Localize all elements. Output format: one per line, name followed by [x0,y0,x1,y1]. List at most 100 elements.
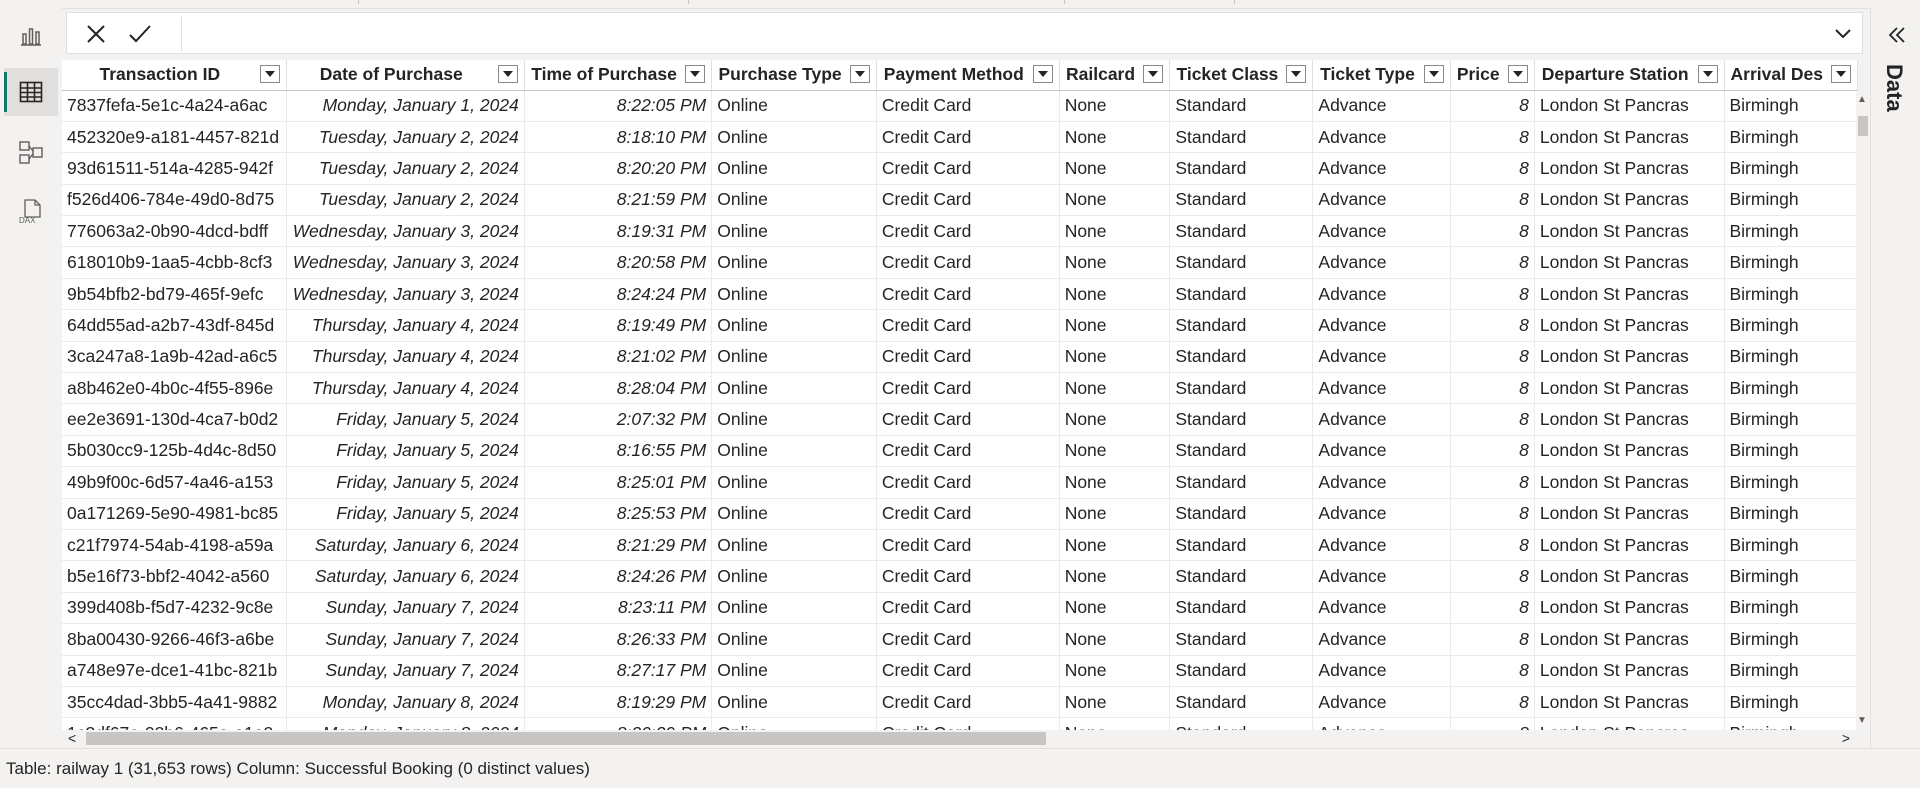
table-cell[interactable]: Standard [1169,90,1314,122]
table-row[interactable]: 399d408b-f5d7-4232-9c8e Sunday, January 7… [62,592,1858,625]
table-row[interactable]: f526d406-784e-49d0-8d75 Tuesday, January … [62,184,1858,217]
table-row[interactable]: c21f7974-54ab-4198-a59a Saturday, January… [62,529,1858,562]
table-cell[interactable]: Monday, January 1, 2024 [286,90,525,122]
table-cell[interactable]: Online [711,152,877,185]
column-filter-button[interactable] [259,65,280,83]
table-cell[interactable]: Advance [1312,341,1451,374]
table-cell[interactable]: 452320e9-a181-4457-821d [62,121,287,154]
table-cell[interactable]: Friday, January 5, 2024 [286,466,525,499]
expand-formula-button[interactable] [1830,21,1856,47]
scroll-up-icon[interactable]: ▲ [1857,94,1867,105]
column-header[interactable]: Railcard [1059,60,1171,91]
table-cell[interactable]: Online [711,498,877,530]
table-cell[interactable]: 8 [1450,184,1535,217]
table-cell[interactable]: Sunday, January 7, 2024 [286,655,525,687]
table-cell[interactable]: Credit Card [876,90,1060,122]
table-cell[interactable]: Standard [1169,278,1314,311]
table-row[interactable]: 452320e9-a181-4457-821d Tuesday, January … [62,121,1858,154]
table-cell[interactable]: Standard [1169,466,1314,499]
table-cell[interactable]: Standard [1169,184,1314,217]
table-cell[interactable]: Advance [1312,372,1451,405]
table-cell[interactable]: Advance [1312,498,1451,530]
column-header[interactable]: Arrival Des [1724,60,1858,91]
scroll-left-icon[interactable]: < [68,730,76,746]
table-cell[interactable]: Standard [1169,623,1314,656]
table-cell[interactable]: 8 [1450,246,1535,279]
table-cell[interactable]: London St Pancras [1534,592,1725,625]
cancel-formula-button[interactable] [81,19,111,49]
table-row[interactable]: a8b462e0-4b0c-4f55-896e Thursday, January… [62,372,1858,405]
table-cell[interactable]: 8 [1450,309,1535,342]
table-cell[interactable]: Standard [1169,717,1314,730]
table-cell[interactable]: Birmingh [1724,184,1858,217]
table-cell[interactable]: 8:21:02 PM [524,341,713,374]
table-cell[interactable]: 8 [1450,466,1535,499]
table-cell[interactable]: 8:25:53 PM [524,498,713,530]
table-row[interactable]: 1c3df67e-02b6-465a-a1e2Monday, January 8… [62,717,1858,730]
table-row[interactable]: 8ba00430-9266-46f3-a6be Sunday, January 7… [62,623,1858,656]
table-cell[interactable]: Advance [1312,717,1451,730]
table-cell[interactable]: Online [711,655,877,687]
table-cell[interactable]: Online [711,215,877,248]
table-cell[interactable]: London St Pancras [1534,686,1725,719]
table-cell[interactable]: Advance [1312,309,1451,342]
table-cell[interactable]: Standard [1169,309,1314,342]
table-cell[interactable]: None [1059,498,1171,530]
table-cell[interactable]: London St Pancras [1534,246,1725,279]
table-view-button[interactable] [4,68,58,116]
table-row[interactable]: 9b54bfb2-bd79-465f-9efc Wednesday, Januar… [62,278,1858,311]
table-cell[interactable]: Advance [1312,529,1451,562]
table-cell[interactable]: London St Pancras [1534,529,1725,562]
table-cell[interactable]: London St Pancras [1534,560,1725,593]
table-cell[interactable]: Standard [1169,435,1314,468]
table-cell[interactable]: Birmingh [1724,152,1858,185]
table-cell[interactable]: Birmingh [1724,655,1858,687]
table-cell[interactable]: 8:19:29 PM [524,686,713,719]
column-header[interactable]: Ticket Class [1169,60,1314,91]
table-cell[interactable]: Credit Card [876,435,1060,468]
table-cell[interactable]: Credit Card [876,121,1060,154]
table-cell[interactable]: None [1059,372,1171,405]
table-cell[interactable]: Credit Card [876,309,1060,342]
table-cell[interactable]: b5e16f73-bbf2-4042-a560 [62,560,287,593]
table-cell[interactable]: Standard [1169,215,1314,248]
table-cell[interactable]: Standard [1169,152,1314,185]
table-cell[interactable]: Advance [1312,215,1451,248]
table-row[interactable]: a748e97e-dce1-41bc-821b Sunday, January 7… [62,655,1858,687]
table-cell[interactable]: Sunday, January 7, 2024 [286,623,525,656]
table-cell[interactable]: Standard [1169,655,1314,687]
table-cell[interactable]: Online [711,592,877,625]
table-cell[interactable]: 399d408b-f5d7-4232-9c8e [62,592,287,625]
table-cell[interactable]: Online [711,90,877,122]
table-cell[interactable]: Advance [1312,655,1451,687]
table-cell[interactable]: 1c3df67e-02b6-465a-a1e2 [62,717,287,730]
vertical-scrollbar[interactable]: ▲ ▼ [1856,92,1870,728]
table-cell[interactable]: London St Pancras [1534,278,1725,311]
table-cell[interactable]: Online [711,309,877,342]
table-cell[interactable]: 8:20:58 PM [524,246,713,279]
table-cell[interactable]: Standard [1169,341,1314,374]
table-cell[interactable]: Credit Card [876,560,1060,593]
table-cell[interactable]: 8 [1450,278,1535,311]
table-cell[interactable]: Credit Card [876,403,1060,436]
table-cell[interactable]: Birmingh [1724,560,1858,593]
table-cell[interactable]: 8:19:49 PM [524,309,713,342]
table-cell[interactable]: Birmingh [1724,309,1858,342]
column-filter-button[interactable] [849,65,870,83]
table-cell[interactable]: Credit Card [876,152,1060,185]
table-cell[interactable]: 8 [1450,215,1535,248]
table-cell[interactable]: Birmingh [1724,529,1858,562]
table-cell[interactable]: 8:23:11 PM [524,592,713,625]
table-cell[interactable]: 8:28:04 PM [524,372,713,405]
table-cell[interactable]: Online [711,246,877,279]
table-row[interactable]: b5e16f73-bbf2-4042-a560 Saturday, January… [62,560,1858,593]
table-cell[interactable]: Thursday, January 4, 2024 [286,341,525,374]
expand-data-pane-button[interactable] [1883,22,1911,48]
table-cell[interactable]: Birmingh [1724,592,1858,625]
table-cell[interactable]: 8:27:17 PM [524,655,713,687]
table-cell[interactable]: 8ba00430-9266-46f3-a6be [62,623,287,656]
table-cell[interactable]: None [1059,309,1171,342]
column-header[interactable]: Date of Purchase [286,60,525,91]
table-cell[interactable]: Friday, January 5, 2024 [286,403,525,436]
table-cell[interactable]: None [1059,184,1171,217]
